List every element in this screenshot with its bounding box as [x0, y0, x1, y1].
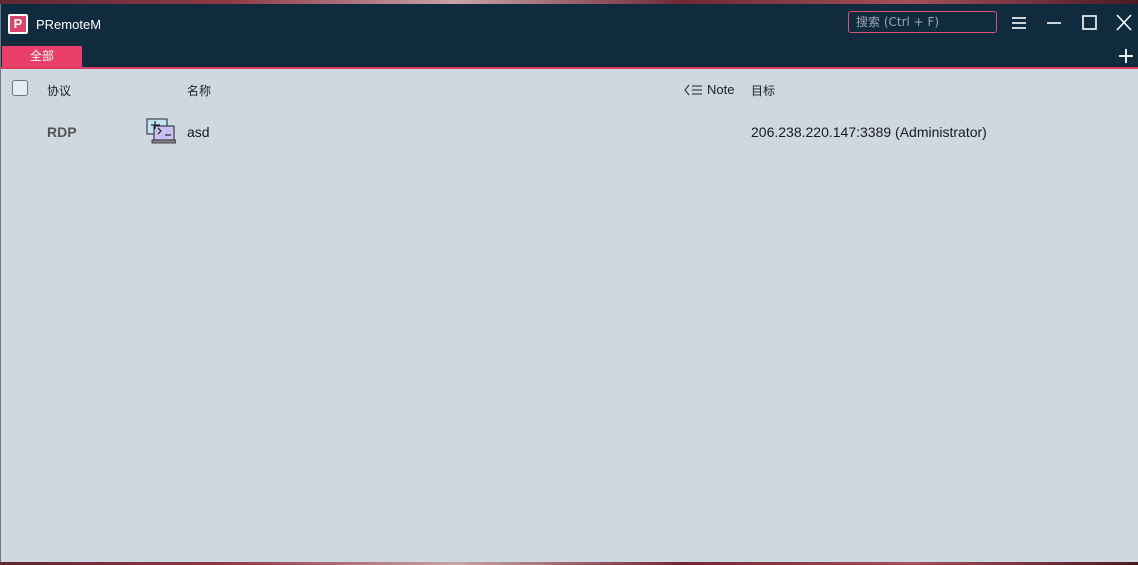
row-protocol: RDP: [47, 124, 77, 140]
tab-bar: 全部: [1, 44, 1138, 69]
app-logo-icon: P: [8, 14, 28, 34]
close-icon[interactable]: [1113, 12, 1135, 34]
select-all-checkbox[interactable]: [12, 80, 28, 96]
minimize-icon[interactable]: [1043, 12, 1065, 34]
column-protocol[interactable]: 协议: [47, 82, 71, 99]
app-title: PRemoteM: [36, 17, 102, 32]
row-name: asd: [187, 124, 210, 140]
column-note[interactable]: Note: [684, 82, 734, 97]
rdp-computer-icon: [146, 118, 177, 145]
column-note-label: Note: [707, 82, 735, 97]
table-header: 协议 名称 Note 目标: [1, 76, 1138, 102]
title-bar[interactable]: P PRemoteM: [1, 4, 1138, 44]
hamburger-icon[interactable]: [1008, 12, 1030, 34]
column-name[interactable]: 名称: [187, 82, 211, 99]
add-icon[interactable]: [1116, 44, 1136, 67]
tab-all[interactable]: 全部: [2, 46, 82, 67]
table-row[interactable]: RDP asd 206.238.220.147:3389 (Administra…: [1, 112, 1138, 148]
collapse-note-icon[interactable]: [684, 83, 704, 97]
app-window: P PRemoteM 全部 协议 名称 Note 目标: [0, 4, 1138, 562]
row-target: 206.238.220.147:3389 (Administrator): [751, 124, 987, 140]
search-input[interactable]: [848, 11, 997, 33]
maximize-icon[interactable]: [1078, 12, 1100, 34]
column-target[interactable]: 目标: [751, 82, 775, 99]
